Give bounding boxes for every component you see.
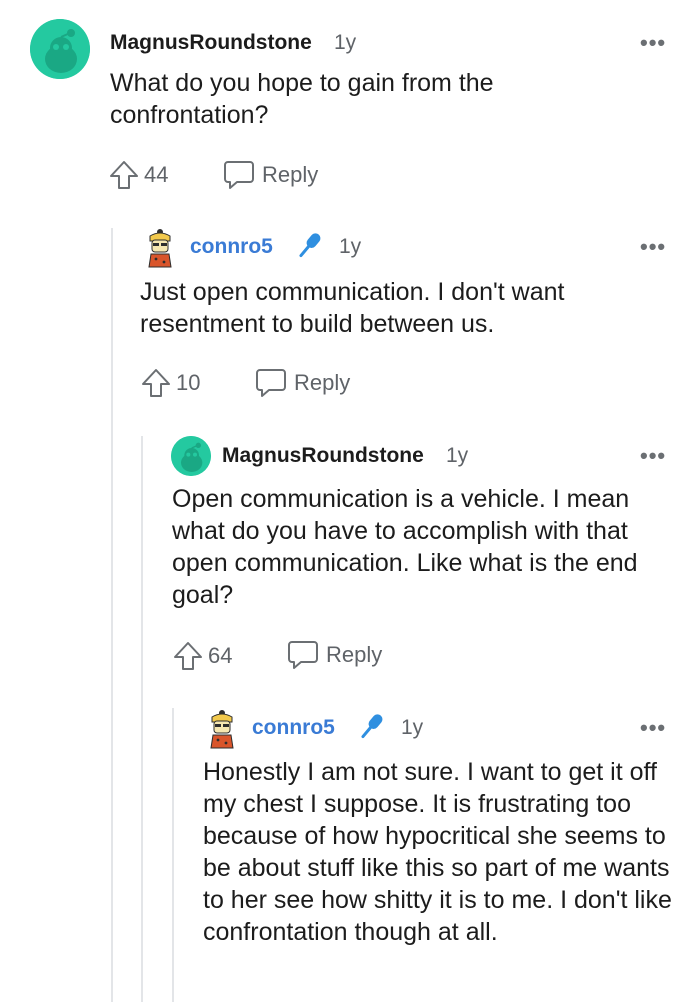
- avatar[interactable]: [142, 228, 178, 268]
- reply-button[interactable]: Reply: [222, 157, 318, 193]
- username[interactable]: connro5: [190, 235, 273, 259]
- timestamp: 1y: [446, 444, 469, 467]
- thread-line-1[interactable]: [111, 228, 113, 1002]
- snoo-icon: [171, 436, 211, 476]
- timestamp: 1y: [339, 235, 362, 258]
- reply-label: Reply: [294, 370, 351, 395]
- vote-count: 64: [208, 643, 233, 668]
- reply-button[interactable]: Reply: [286, 637, 382, 673]
- upvote-arrow-icon: [174, 642, 202, 670]
- comment-body: Just open communication. I don't want re…: [140, 278, 565, 338]
- username[interactable]: MagnusRoundstone: [110, 31, 312, 55]
- more-options-icon[interactable]: •••: [640, 236, 666, 258]
- comment-body: Open communication is a vehicle. I mean …: [172, 485, 638, 609]
- username[interactable]: connro5: [252, 716, 335, 740]
- reply-button[interactable]: Reply: [254, 365, 350, 401]
- snoo-icon: [30, 19, 90, 79]
- avatar[interactable]: [204, 709, 240, 749]
- timestamp: 1y: [334, 31, 357, 54]
- microphone-icon: [361, 714, 383, 739]
- upvote-arrow-icon: [142, 369, 170, 397]
- more-options-icon[interactable]: •••: [640, 32, 666, 54]
- more-options-icon[interactable]: •••: [640, 717, 666, 739]
- username[interactable]: MagnusRoundstone: [222, 444, 424, 468]
- comment-body: What do you hope to gain from the confro…: [110, 69, 494, 129]
- avatar[interactable]: [30, 19, 90, 79]
- upvote-button[interactable]: 64: [172, 638, 232, 674]
- more-options-icon[interactable]: •••: [640, 445, 666, 467]
- vote-count: 10: [176, 370, 201, 395]
- thread-line-2[interactable]: [141, 436, 143, 1002]
- character-avatar-icon: [148, 229, 172, 268]
- microphone-icon: [299, 233, 321, 258]
- reply-bubble-icon: [256, 369, 286, 397]
- reply-bubble-icon: [288, 641, 318, 669]
- upvote-button[interactable]: 10: [140, 365, 200, 401]
- comment-body: Honestly I am not sure. I want to get it…: [203, 758, 672, 946]
- thread-line-3[interactable]: [172, 708, 174, 1002]
- reply-label: Reply: [262, 162, 319, 187]
- reply-bubble-icon: [224, 161, 254, 189]
- vote-count: 44: [144, 162, 169, 187]
- upvote-button[interactable]: 44: [108, 157, 168, 193]
- character-avatar-icon: [210, 710, 234, 749]
- timestamp: 1y: [401, 716, 424, 739]
- reply-label: Reply: [326, 642, 383, 667]
- avatar[interactable]: [171, 436, 211, 476]
- upvote-arrow-icon: [110, 161, 138, 189]
